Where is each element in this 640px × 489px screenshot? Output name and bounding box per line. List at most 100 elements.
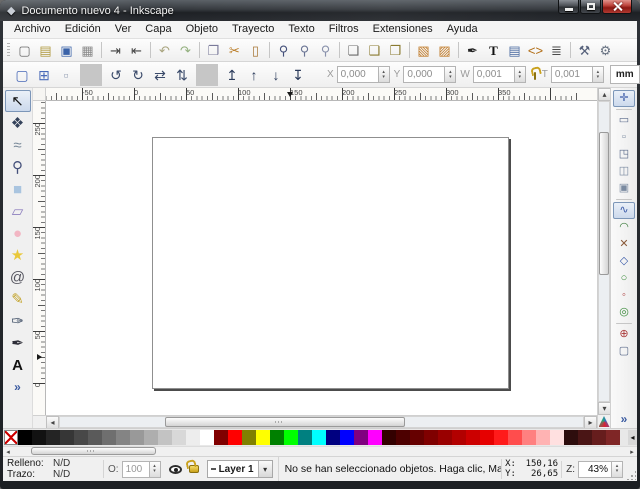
height-field-input[interactable]: 0,001 bbox=[551, 66, 593, 83]
palette-swatch[interactable] bbox=[508, 430, 522, 445]
text-tool[interactable]: A bbox=[5, 354, 31, 376]
width-field-input[interactable]: 0,001 bbox=[473, 66, 515, 83]
minimize-button[interactable] bbox=[558, 0, 579, 14]
palette-swatch[interactable] bbox=[172, 430, 186, 445]
palette-swatch[interactable] bbox=[74, 430, 88, 445]
horizontal-scroll-thumb[interactable] bbox=[165, 417, 406, 427]
palette-swatch[interactable] bbox=[200, 430, 214, 445]
menu-item[interactable]: Archivo bbox=[7, 21, 58, 38]
rotate-cw-icon[interactable]: ↻ bbox=[127, 64, 149, 86]
xml-editor-icon[interactable]: <> bbox=[525, 40, 546, 60]
raise-to-top-icon[interactable]: ↥ bbox=[221, 64, 243, 86]
palette-swatch[interactable] bbox=[130, 430, 144, 445]
fill-value[interactable]: N/D bbox=[53, 458, 70, 469]
dropdown-arrow-icon[interactable] bbox=[258, 461, 272, 477]
palette-swatch[interactable] bbox=[396, 430, 410, 445]
flip-horizontal-icon[interactable]: ⇄ bbox=[149, 64, 171, 86]
palette-swatch[interactable] bbox=[88, 430, 102, 445]
palette-swatch[interactable] bbox=[242, 430, 256, 445]
palette-swatch[interactable] bbox=[228, 430, 242, 445]
palette-swatch[interactable] bbox=[256, 430, 270, 445]
zoom-tool[interactable]: ⚲ bbox=[5, 156, 31, 178]
save-document-icon[interactable]: ▣ bbox=[56, 40, 77, 60]
resize-grip[interactable] bbox=[623, 457, 637, 481]
menu-item[interactable]: Objeto bbox=[179, 21, 225, 38]
snap-path-intersections[interactable]: ✕ bbox=[613, 236, 635, 253]
toolbar-drag-grip[interactable] bbox=[7, 43, 10, 57]
palette-swatch[interactable] bbox=[186, 430, 200, 445]
palette-swatch[interactable] bbox=[312, 430, 326, 445]
menu-item[interactable]: Filtros bbox=[322, 21, 366, 38]
select-all-layers-icon[interactable]: ⊞ bbox=[33, 64, 55, 86]
horizontal-ruler[interactable]: -50050100150200250300350 bbox=[46, 88, 597, 101]
color-management-icon[interactable] bbox=[599, 416, 610, 427]
open-document-icon[interactable]: ▤ bbox=[35, 40, 56, 60]
title-bar[interactable]: ◆ Documento nuevo 4 - Inkscape bbox=[0, 0, 640, 21]
tweak-tool[interactable]: ≈ bbox=[5, 134, 31, 156]
raise-icon[interactable]: ↑ bbox=[243, 64, 265, 86]
snap-enable[interactable]: ✛ bbox=[613, 90, 635, 107]
snap-object-centers[interactable]: ◎ bbox=[613, 304, 635, 321]
snap-nodes[interactable]: ∿ bbox=[613, 202, 635, 219]
horizontal-scroll-track[interactable] bbox=[59, 416, 584, 428]
close-button[interactable] bbox=[602, 0, 632, 14]
snapbar-overflow-chevron[interactable]: » bbox=[616, 412, 633, 428]
paste-icon[interactable]: ▯ bbox=[245, 40, 266, 60]
document-properties-icon[interactable]: ⚙ bbox=[595, 40, 616, 60]
palette-swatch[interactable] bbox=[438, 430, 452, 445]
spinner-arrows-icon[interactable] bbox=[593, 66, 604, 83]
node-editor-tool[interactable]: ❖ bbox=[5, 112, 31, 134]
select-all-icon[interactable]: ▢ bbox=[11, 64, 33, 86]
zoom-input[interactable]: 43% bbox=[578, 461, 612, 478]
palette-swatch[interactable] bbox=[46, 430, 60, 445]
y-field-input[interactable]: 0,000 bbox=[403, 66, 445, 83]
snap-rotation-centers[interactable]: ⊕ bbox=[613, 326, 635, 343]
zoom-page-icon[interactable]: ⚲ bbox=[315, 40, 336, 60]
spinner-arrows-icon[interactable] bbox=[379, 66, 390, 83]
align-dialog-icon[interactable]: ≣ bbox=[546, 40, 567, 60]
menu-item[interactable]: Ayuda bbox=[440, 21, 485, 38]
palette-swatch[interactable] bbox=[144, 430, 158, 445]
palette-swatch[interactable] bbox=[158, 430, 172, 445]
canvas[interactable] bbox=[46, 101, 597, 415]
redo-icon[interactable]: ↷ bbox=[175, 40, 196, 60]
palette-scroll-right-arrow-icon[interactable] bbox=[627, 447, 637, 456]
palette-scroll-left-arrow-icon[interactable] bbox=[3, 447, 13, 456]
opacity-input[interactable]: 100 bbox=[122, 461, 150, 478]
preferences-icon[interactable]: ⚒ bbox=[574, 40, 595, 60]
deselect-icon[interactable]: ▫ bbox=[55, 64, 77, 86]
zoom-drawing-icon[interactable]: ⚲ bbox=[294, 40, 315, 60]
palette-swatch[interactable] bbox=[564, 430, 578, 445]
layers-dialog-icon[interactable]: ▤ bbox=[504, 40, 525, 60]
zoom-selection-icon[interactable]: ⚲ bbox=[273, 40, 294, 60]
palette-swatch[interactable] bbox=[550, 430, 564, 445]
palette-swatch[interactable] bbox=[536, 430, 550, 445]
3d-box-tool[interactable]: ▱ bbox=[5, 200, 31, 222]
snap-bbox-edge-midpoints[interactable]: ◫ bbox=[613, 163, 635, 180]
palette-swatch[interactable] bbox=[494, 430, 508, 445]
lower-to-bottom-icon[interactable]: ↧ bbox=[287, 64, 309, 86]
layer-visibility-eye-icon[interactable] bbox=[169, 465, 182, 474]
unlink-clone-icon[interactable]: ❒ bbox=[385, 40, 406, 60]
export-icon[interactable]: ⇤ bbox=[126, 40, 147, 60]
palette-scroll-track[interactable] bbox=[13, 447, 627, 456]
no-color-swatch[interactable] bbox=[4, 430, 18, 445]
spinner-arrows-icon[interactable] bbox=[612, 461, 623, 478]
new-document-icon[interactable]: ▢ bbox=[14, 40, 35, 60]
snap-cusp-nodes[interactable]: ◇ bbox=[613, 253, 635, 270]
lower-icon[interactable]: ↓ bbox=[265, 64, 287, 86]
fill-stroke-dialog-icon[interactable]: ✒ bbox=[462, 40, 483, 60]
flip-vertical-icon[interactable]: ⇅ bbox=[171, 64, 193, 86]
palette-swatch[interactable] bbox=[60, 430, 74, 445]
palette-swatch[interactable] bbox=[424, 430, 438, 445]
fill-stroke-indicator[interactable]: Relleno: N/D Trazo: N/D bbox=[3, 458, 99, 480]
palette-scroll-thumb[interactable] bbox=[31, 447, 156, 455]
create-clone-icon[interactable]: ❑ bbox=[364, 40, 385, 60]
layer-lock-icon[interactable] bbox=[189, 465, 199, 473]
snap-paths[interactable]: ◠ bbox=[613, 219, 635, 236]
palette-scrollbar[interactable] bbox=[3, 446, 637, 456]
undo-icon[interactable]: ↶ bbox=[154, 40, 175, 60]
maximize-button[interactable] bbox=[580, 0, 601, 14]
palette-swatch[interactable] bbox=[18, 430, 32, 445]
layer-selector[interactable]: Layer 1 bbox=[207, 460, 273, 478]
